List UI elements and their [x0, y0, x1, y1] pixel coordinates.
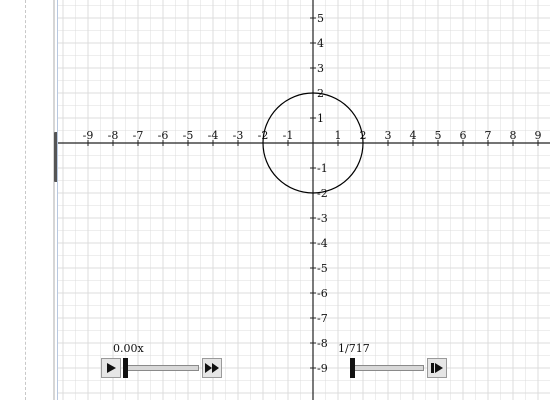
x-tick-label: 3 [385, 129, 392, 142]
speed-slider-track[interactable] [123, 365, 199, 371]
y-tick-label: 5 [317, 12, 324, 25]
x-tick-label: 4 [410, 129, 417, 142]
step-readout: 1/717 [338, 342, 370, 355]
y-tick-label: -2 [317, 187, 328, 200]
y-tick-label: -6 [317, 287, 328, 300]
step-control [350, 358, 450, 384]
axes [58, 0, 550, 400]
y-tick-label: 1 [317, 112, 324, 125]
step-slider-thumb[interactable] [350, 358, 355, 378]
graph-canvas[interactable]: -9 -8 -7 -6 -5 -4 -3 -2 -1 1 2 3 4 5 6 7 8 954321-1-2-3-4… [58, 0, 550, 400]
y-tick-label: -9 [317, 362, 328, 375]
y-tick-label: -7 [317, 312, 328, 325]
speed-slider-thumb[interactable] [123, 358, 128, 378]
graph-area[interactable]: -9 -8 -7 -6 -5 -4 -3 -2 -1 1 2 3 4 5 6 7 8 9 5 4 3 2 1 -1 -2 -3 -4… [57, 0, 550, 400]
y-tick-label: -3 [317, 212, 328, 225]
x-tick-label: 5 [435, 129, 442, 142]
y-tick-label: -5 [317, 262, 328, 275]
x-tick-label: -3 [233, 129, 244, 142]
x-tick-label: -7 [133, 129, 144, 142]
x-tick-label: -9 [83, 129, 94, 142]
y-tick-label: -1 [317, 162, 328, 175]
x-tick-label: 9 [535, 129, 542, 142]
fast-forward-button[interactable] [202, 358, 222, 378]
step-forward-icon [431, 363, 443, 373]
x-tick-label: -1 [283, 129, 294, 142]
x-tick-label: 6 [460, 129, 467, 142]
y-tick-label: -8 [317, 337, 328, 350]
speed-control [101, 358, 231, 384]
pane-border [53, 0, 55, 400]
y-tick-label: 3 [317, 62, 324, 75]
step-slider-track[interactable] [350, 365, 424, 371]
x-tick-label: -5 [183, 129, 194, 142]
x-tick-label: 1 [335, 129, 342, 142]
play-icon [107, 363, 116, 373]
play-button[interactable] [101, 358, 121, 378]
x-tick-label: -4 [208, 129, 219, 142]
x-tick-label: -6 [158, 129, 169, 142]
x-tick-label: 7 [485, 129, 492, 142]
speed-readout: 0.00x [113, 342, 144, 355]
step-forward-button[interactable] [427, 358, 447, 378]
y-tick-label: 4 [317, 37, 324, 50]
left-pane-guide [25, 0, 26, 400]
left-pane [0, 0, 53, 400]
x-tick-label: -8 [108, 129, 119, 142]
y-tick-label: -4 [317, 237, 328, 250]
fast-forward-icon [205, 363, 219, 373]
grid-lines [58, 0, 550, 400]
x-tick-label: 8 [510, 129, 517, 142]
